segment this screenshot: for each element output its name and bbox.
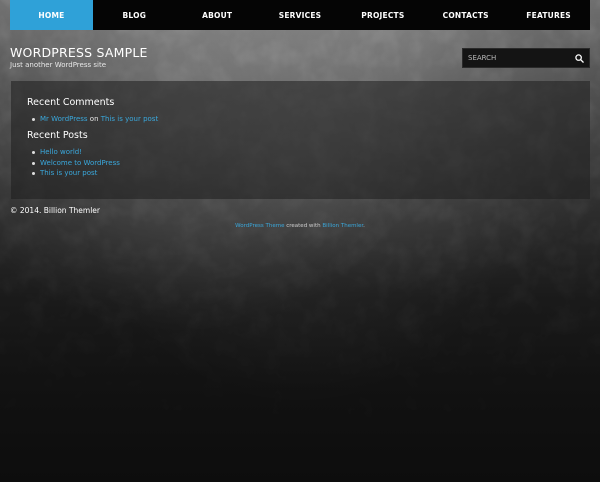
list-item: Welcome to WordPress — [31, 158, 120, 169]
recent-comments-title: Recent Comments — [27, 97, 115, 108]
main-nav: HOME BLOG ABOUT SERVICES PROJECTS CONTACTS FEA… — [10, 0, 590, 30]
nav-item-contacts[interactable]: CONTACTS — [424, 0, 507, 30]
wordpress-theme-link[interactable]: WordPress Theme — [235, 223, 284, 229]
recent-comments-list: Mr WordPress on This is your post — [31, 114, 158, 125]
recent-posts-list: Hello world! Welcome to WordPress This i… — [31, 147, 120, 179]
nav-item-blog[interactable]: BLOG — [93, 0, 176, 30]
nav-item-services[interactable]: SERVICES — [259, 0, 342, 30]
post-link-welcome[interactable]: Welcome to WordPress — [40, 159, 120, 167]
site-tagline: Just another WordPress site — [10, 61, 107, 69]
post-link-hello-world[interactable]: Hello world! — [40, 148, 82, 156]
comment-post-link[interactable]: This is your post — [101, 115, 158, 123]
list-item: This is your post — [31, 168, 120, 179]
nav-item-features[interactable]: FEATURES — [507, 0, 590, 30]
nav-item-about[interactable]: ABOUT — [176, 0, 259, 30]
search-box — [462, 48, 590, 68]
copyright-text: © 2014. Billion Themler — [10, 206, 100, 215]
search-input[interactable] — [463, 49, 569, 67]
post-link-this-is-your-post[interactable]: This is your post — [40, 169, 97, 177]
list-item: Hello world! — [31, 147, 120, 158]
list-item: Mr WordPress on This is your post — [31, 114, 158, 125]
search-icon[interactable] — [569, 49, 589, 67]
nav-item-projects[interactable]: PROJECTS — [341, 0, 424, 30]
comment-connector: on — [89, 115, 99, 123]
footer-credit: WordPress Theme created with Billion The… — [0, 223, 600, 229]
nav-item-home[interactable]: HOME — [10, 0, 93, 30]
credit-end-text: . — [363, 223, 365, 229]
comment-author-link[interactable]: Mr WordPress — [40, 115, 88, 123]
grunge-background — [0, 0, 600, 482]
recent-posts-title: Recent Posts — [27, 130, 88, 141]
credit-middle-text: created with — [284, 223, 323, 229]
billion-themler-link[interactable]: Billion Themler — [322, 223, 363, 229]
site-title[interactable]: WORDPRESS SAMPLE — [10, 45, 148, 60]
